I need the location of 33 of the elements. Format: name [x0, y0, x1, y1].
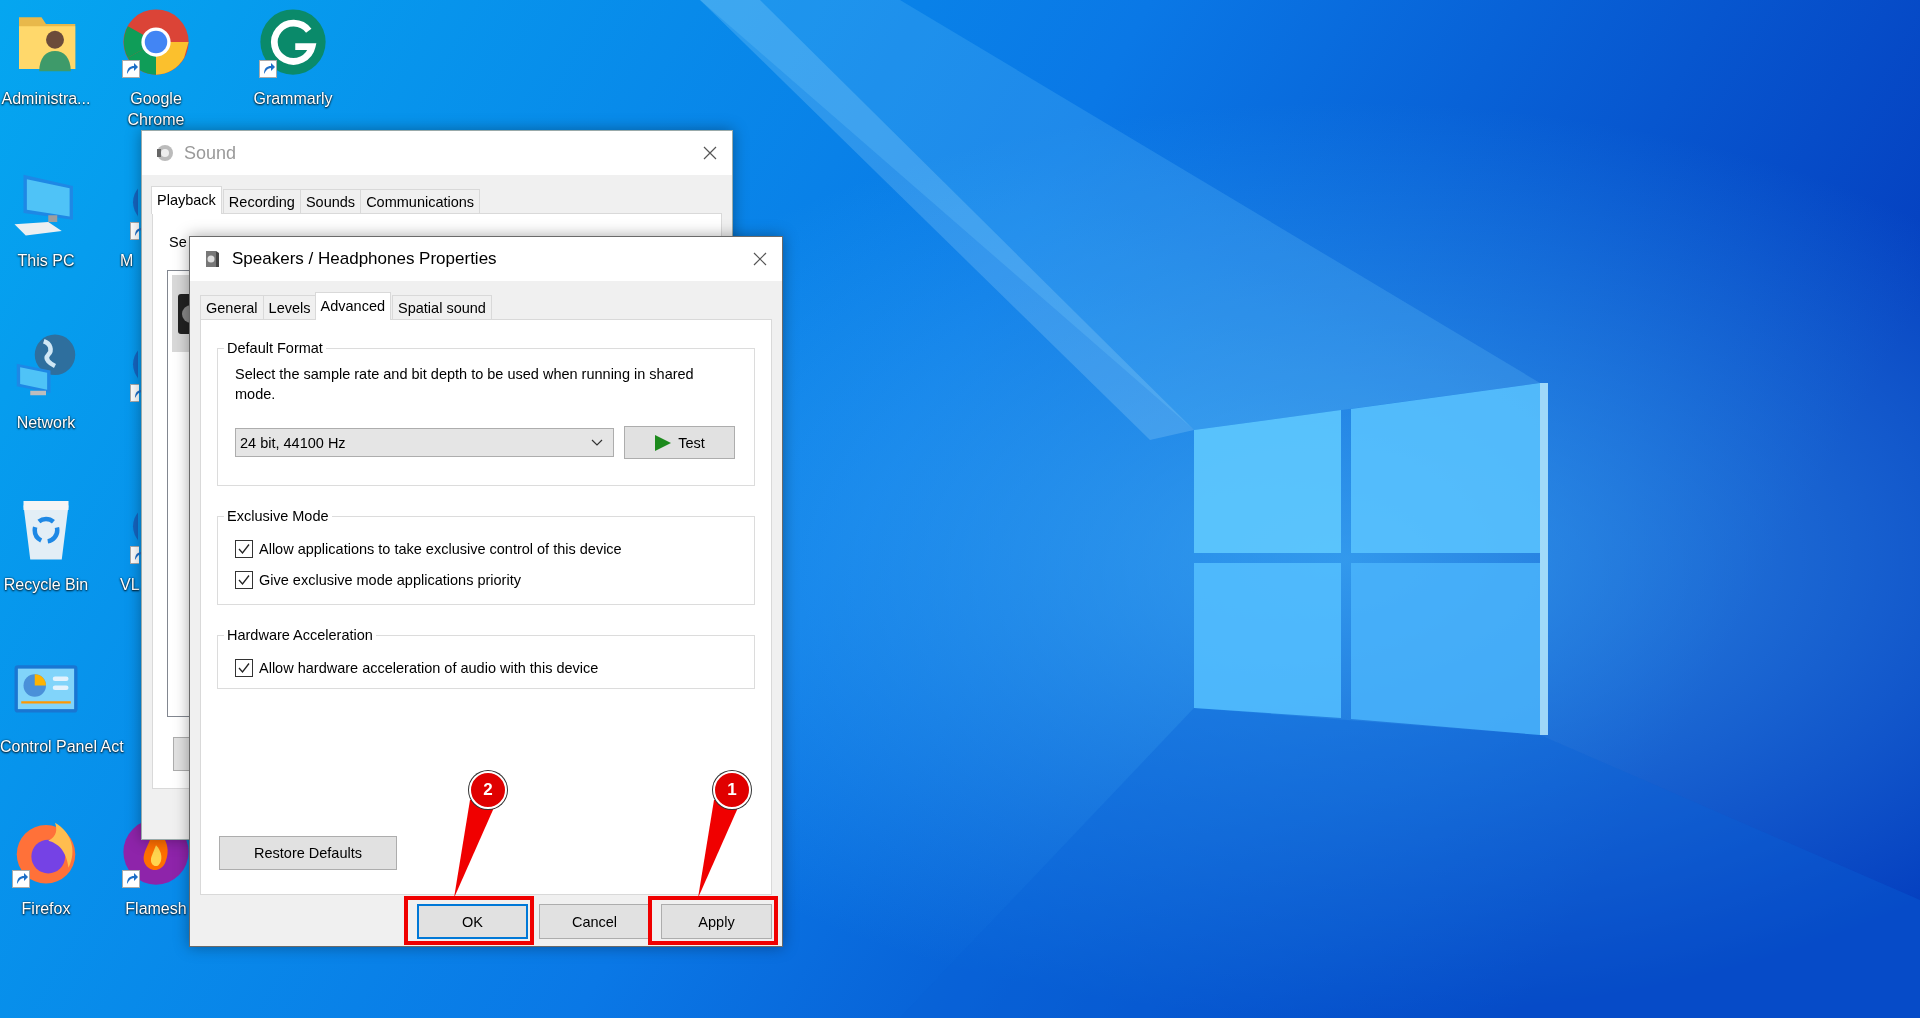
test-button[interactable]: Test: [624, 426, 735, 459]
window-title: Speakers / Headphones Properties: [232, 249, 497, 269]
speaker-icon: [154, 143, 174, 163]
circle-logo-icon: [257, 6, 329, 78]
checkbox[interactable]: [235, 540, 253, 558]
tab[interactable]: Communications: [360, 189, 481, 213]
tab[interactable]: Recording: [222, 189, 301, 213]
chevron-down-icon: [591, 438, 603, 447]
dialog-button[interactable]: Cancel: [539, 904, 650, 939]
format-dropdown[interactable]: 24 bit, 44100 Hz: [235, 428, 614, 457]
restore-defaults-button[interactable]: Restore Defaults: [219, 836, 397, 870]
group-title: Default Format: [226, 340, 324, 356]
group-title: Hardware Acceleration: [226, 627, 374, 643]
tab[interactable]: Playback: [151, 186, 222, 214]
tab[interactable]: General: [200, 295, 264, 319]
browser-icon: [120, 6, 192, 78]
icon-label[interactable]: Flamesh: [125, 898, 187, 919]
group-title: Exclusive Mode: [226, 508, 330, 524]
close-icon[interactable]: [752, 251, 768, 267]
window-title: Sound: [184, 142, 237, 164]
checkbox-label: Allow hardware acceleration of audio with this device: [259, 659, 599, 678]
dialog-button[interactable]: Apply: [661, 904, 772, 939]
checkbox-label: Give exclusive mode applications priority: [259, 571, 521, 590]
play-icon: [654, 433, 673, 452]
description-text: Select the sample rate and bit depth to be used when running in shared mode.: [235, 365, 695, 404]
close-icon[interactable]: [702, 145, 718, 161]
tab[interactable]: Advanced: [314, 292, 391, 320]
checkbox-label: Allow applications to take exclusive control of this device: [259, 540, 622, 559]
checkbox[interactable]: [235, 659, 253, 677]
tab[interactable]: Spatial sound: [392, 295, 492, 319]
checkbox[interactable]: [235, 571, 253, 589]
description-text: Se: [169, 233, 188, 252]
dialog-button[interactable]: OK: [417, 904, 528, 939]
